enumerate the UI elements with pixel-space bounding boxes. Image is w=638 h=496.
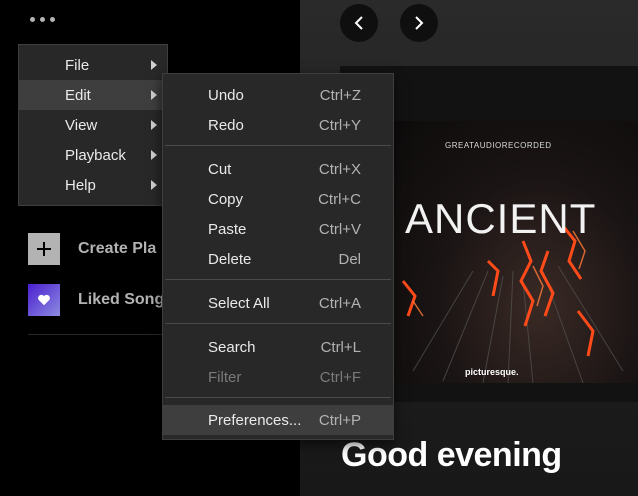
menu-item-label: Search — [208, 338, 256, 356]
menu-item-search[interactable]: Search Ctrl+L — [163, 332, 393, 362]
album-title: ANCIENT — [405, 195, 597, 242]
menu-item-label: Select All — [208, 294, 270, 312]
more-options-icon[interactable] — [30, 14, 60, 24]
menu-separator — [165, 279, 391, 280]
sidebar-item-label: Liked Song — [78, 291, 165, 308]
menu-item-shortcut: Ctrl+A — [318, 294, 361, 312]
menu-item-label: File — [65, 56, 90, 74]
plus-icon — [28, 233, 60, 265]
edit-submenu: Undo Ctrl+Z Redo Ctrl+Y Cut Ctrl+X Copy … — [162, 73, 394, 440]
menu-item-shortcut: Ctrl+Z — [319, 86, 361, 104]
menu-item-view[interactable]: View — [19, 110, 167, 140]
sidebar-item-label: Create Pla — [78, 240, 157, 257]
album-label-top: GREATAUDIORECORDED — [445, 141, 552, 150]
submenu-arrow-icon — [151, 90, 157, 100]
menu-item-label: Preferences... — [208, 411, 302, 429]
menu-item-label: View — [65, 116, 98, 134]
menu-item-label: Delete — [208, 250, 252, 268]
submenu-arrow-icon — [151, 60, 157, 70]
menu-item-delete[interactable]: Delete Del — [163, 244, 393, 274]
menu-item-shortcut: Ctrl+X — [318, 160, 361, 178]
menu-item-shortcut: Ctrl+F — [319, 368, 361, 386]
menu-item-filter: Filter Ctrl+F — [163, 362, 393, 392]
menu-item-cut[interactable]: Cut Ctrl+X — [163, 154, 393, 184]
menu-item-label: Help — [65, 176, 96, 194]
menu-item-undo[interactable]: Undo Ctrl+Z — [163, 80, 393, 110]
menu-item-playback[interactable]: Playback — [19, 140, 167, 170]
menu-item-select-all[interactable]: Select All Ctrl+A — [163, 288, 393, 318]
menu-item-preferences[interactable]: Preferences... Ctrl+P — [163, 405, 393, 435]
album-label-bottom: picturesque. — [465, 367, 519, 377]
page-title: Good evening — [341, 436, 562, 474]
menu-item-shortcut: Del — [338, 250, 361, 268]
menu-item-label: Undo — [208, 86, 244, 104]
menu-separator — [165, 323, 391, 324]
menu-item-shortcut: Ctrl+V — [318, 220, 361, 238]
menu-item-shortcut: Ctrl+Y — [318, 116, 361, 134]
menu-item-copy[interactable]: Copy Ctrl+C — [163, 184, 393, 214]
menu-item-help[interactable]: Help — [19, 170, 167, 200]
back-button[interactable] — [340, 4, 378, 42]
app-menu: File Edit View Playback Help — [18, 44, 168, 206]
menu-item-label: Edit — [65, 86, 91, 104]
menu-item-label: Redo — [208, 116, 244, 134]
forward-button[interactable] — [400, 4, 438, 42]
chevron-right-icon — [415, 16, 424, 30]
menu-item-file[interactable]: File — [19, 50, 167, 80]
submenu-arrow-icon — [151, 120, 157, 130]
menu-item-label: Filter — [208, 368, 242, 386]
menu-item-shortcut: Ctrl+C — [318, 190, 361, 208]
sidebar-item-create-playlist[interactable]: Create Pla — [28, 233, 156, 265]
album-art-graphic — [401, 225, 624, 383]
menu-separator — [165, 397, 391, 398]
menu-item-redo[interactable]: Redo Ctrl+Y — [163, 110, 393, 140]
submenu-arrow-icon — [151, 150, 157, 160]
menu-separator — [165, 145, 391, 146]
sidebar-item-liked-songs[interactable]: Liked Song — [28, 284, 164, 316]
chevron-left-icon — [354, 16, 363, 30]
menu-item-label: Paste — [208, 220, 247, 238]
menu-item-label: Cut — [208, 160, 232, 178]
menu-item-paste[interactable]: Paste Ctrl+V — [163, 214, 393, 244]
menu-item-label: Playback — [65, 146, 126, 164]
menu-item-edit[interactable]: Edit — [19, 80, 167, 110]
menu-item-shortcut: Ctrl+L — [320, 338, 361, 356]
submenu-arrow-icon — [151, 180, 157, 190]
menu-item-shortcut: Ctrl+P — [318, 411, 361, 429]
heart-icon — [28, 284, 60, 316]
album-cover[interactable]: GREATAUDIORECORDED ANCIENT picturesque. — [393, 121, 638, 383]
menu-item-label: Copy — [208, 190, 244, 208]
